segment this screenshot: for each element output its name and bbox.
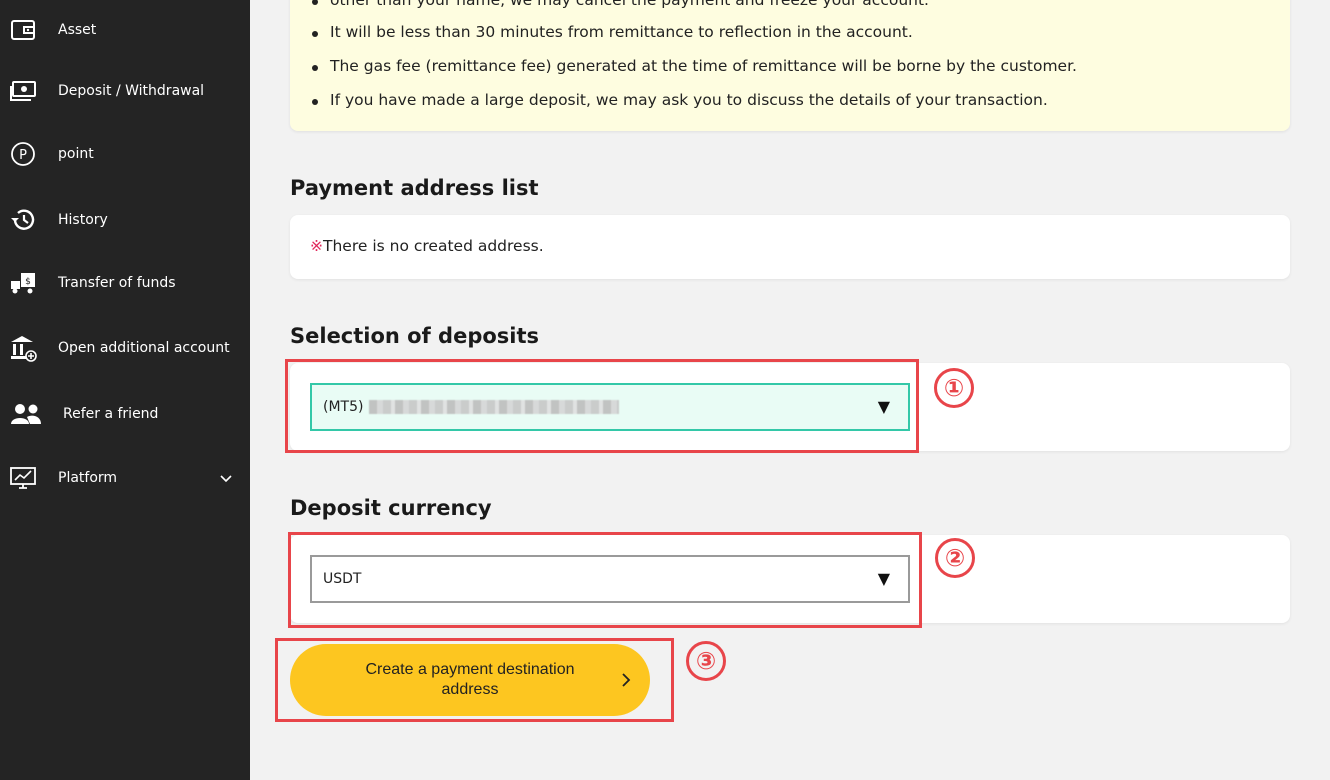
- notice-item: The gas fee (remittance fee) generated a…: [312, 57, 1077, 75]
- deposit-account-value: (MT5): [323, 399, 364, 415]
- main-content: other than your name, we may cancel the …: [250, 0, 1330, 780]
- sidebar-item-deposit-withdrawal[interactable]: Deposit / Withdrawal: [0, 71, 250, 111]
- sidebar-item-label: Refer a friend: [63, 406, 159, 422]
- sidebar-item-label: History: [58, 212, 108, 228]
- notice-item: It will be less than 30 minutes from rem…: [312, 23, 913, 41]
- chevron-down-icon[interactable]: [218, 470, 234, 486]
- step3-number-badge: ③: [686, 641, 726, 681]
- payment-address-list-card: ※There is no created address.: [290, 215, 1290, 279]
- sidebar-item-label: Platform: [58, 470, 118, 486]
- create-payment-address-label: Create a payment destination address: [365, 661, 575, 698]
- deposit-currency-title: Deposit currency: [290, 496, 492, 520]
- notice-item: other than your name, we may cancel the …: [312, 0, 929, 9]
- users-icon: [10, 400, 42, 428]
- sidebar-item-open-additional-account[interactable]: Open additional account: [0, 328, 250, 368]
- bank-add-icon: [9, 334, 37, 362]
- sidebar-item-label: Deposit / Withdrawal: [58, 83, 205, 99]
- sidebar-item-transfer-of-funds[interactable]: $ Transfer of funds: [0, 263, 250, 303]
- transfer-truck-icon: $: [9, 269, 37, 297]
- sidebar-item-history[interactable]: History: [0, 200, 250, 240]
- deposit-account-select[interactable]: (MT5) ▼: [310, 383, 910, 431]
- payment-address-list-title: Payment address list: [290, 176, 539, 200]
- chevron-right-icon: [618, 672, 634, 688]
- empty-address-note: ※There is no created address.: [310, 237, 544, 255]
- wallet-icon: [9, 16, 37, 44]
- sidebar-item-asset[interactable]: Asset: [0, 10, 250, 50]
- dropdown-arrow-icon: ▼: [877, 397, 890, 416]
- sidebar-item-label: Transfer of funds: [58, 275, 176, 291]
- sidebar-item-label: Asset: [58, 22, 97, 38]
- deposit-currency-value: USDT: [323, 571, 362, 587]
- notice-item: If you have made a large deposit, we may…: [312, 91, 1048, 109]
- sidebar: Asset Deposit / Withdrawal P point Histo…: [0, 0, 250, 780]
- notice-box: other than your name, we may cancel the …: [290, 0, 1290, 131]
- point-icon: P: [9, 140, 37, 168]
- redacted-account-number: [369, 400, 620, 414]
- deposit-currency-select[interactable]: USDT ▼: [310, 555, 910, 603]
- svg-text:$: $: [25, 277, 31, 287]
- create-payment-address-button[interactable]: Create a payment destination address: [290, 644, 650, 716]
- sidebar-item-label: point: [58, 146, 94, 162]
- sidebar-item-label: Open additional account: [58, 340, 230, 356]
- history-icon: [9, 206, 37, 234]
- chart-monitor-icon: [9, 464, 37, 492]
- sidebar-item-point[interactable]: P point: [0, 134, 250, 174]
- step1-number-badge: ①: [934, 368, 974, 408]
- empty-address-text: There is no created address.: [323, 237, 544, 255]
- svg-text:P: P: [19, 148, 27, 163]
- step2-number-badge: ②: [935, 538, 975, 578]
- deposit-currency-card: USDT ▼: [290, 535, 1290, 623]
- cash-icon: [9, 77, 37, 105]
- deposit-selection-card: (MT5) ▼: [290, 363, 1290, 451]
- sidebar-item-refer-a-friend[interactable]: Refer a friend: [0, 394, 250, 434]
- dropdown-arrow-icon: ▼: [877, 569, 890, 588]
- sidebar-item-platform[interactable]: Platform: [0, 458, 250, 498]
- reference-mark: ※: [310, 237, 323, 255]
- selection-of-deposits-title: Selection of deposits: [290, 324, 540, 348]
